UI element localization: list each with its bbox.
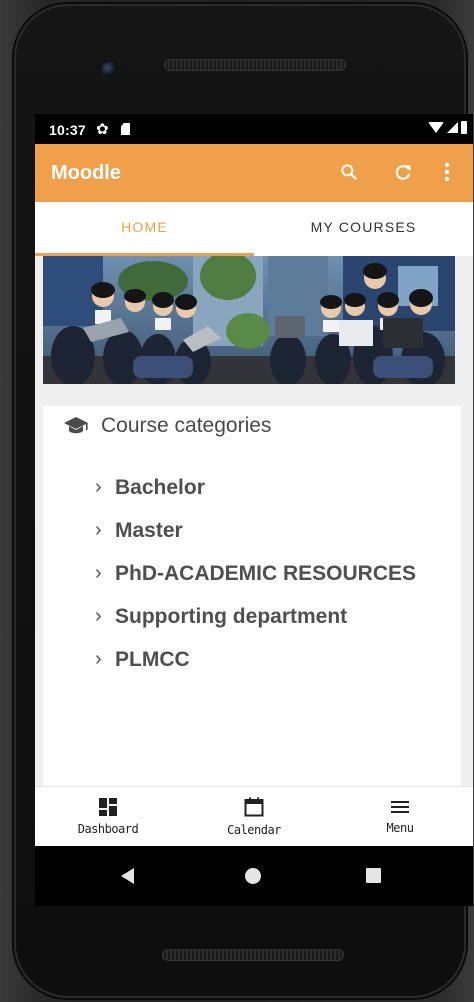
menu-icon bbox=[391, 801, 409, 813]
app-bar: Moodle bbox=[35, 144, 473, 202]
category-label: Bachelor bbox=[115, 475, 205, 499]
banner-image bbox=[43, 256, 455, 384]
students-photo bbox=[43, 256, 455, 384]
nav-calendar-label: Calendar bbox=[227, 823, 281, 837]
earpiece-speaker bbox=[164, 59, 346, 71]
nav-menu-label: Menu bbox=[386, 821, 414, 835]
sd-card-status-icon bbox=[121, 123, 130, 135]
wifi-icon bbox=[428, 122, 444, 133]
chevron-right-icon: › bbox=[95, 562, 102, 584]
dashboard-icon bbox=[99, 798, 117, 816]
recents-icon[interactable] bbox=[366, 868, 381, 883]
bottom-speaker bbox=[162, 949, 344, 961]
category-label: Supporting department bbox=[115, 604, 348, 628]
phone-screen: 10:37 ✿ Moodle HOME MY COURSES Course ca… bbox=[35, 114, 473, 906]
app-title: Moodle bbox=[51, 162, 121, 184]
search-icon bbox=[341, 164, 357, 180]
system-navigation-bar bbox=[35, 846, 473, 906]
device-background: 10:37 ✿ Moodle HOME MY COURSES Course ca… bbox=[0, 0, 474, 1002]
battery-icon bbox=[461, 121, 467, 134]
more-vert-icon bbox=[444, 162, 450, 182]
status-bar: 10:37 ✿ bbox=[35, 114, 473, 144]
category-list: › Bachelor › Master › PhD-ACADEMIC RESOU… bbox=[95, 466, 416, 681]
more-options-button[interactable] bbox=[435, 160, 459, 184]
course-categories-heading: Course categories bbox=[63, 414, 271, 438]
bottom-navigation: Dashboard Calendar Menu bbox=[35, 786, 473, 847]
chevron-right-icon: › bbox=[95, 605, 102, 627]
back-icon[interactable] bbox=[121, 868, 134, 884]
category-item-phd[interactable]: › PhD-ACADEMIC RESOURCES bbox=[95, 552, 416, 595]
search-button[interactable] bbox=[337, 160, 361, 184]
nav-calendar[interactable]: Calendar bbox=[181, 787, 327, 847]
front-camera bbox=[102, 62, 116, 76]
nav-dashboard[interactable]: Dashboard bbox=[35, 787, 181, 847]
category-item-supporting-department[interactable]: › Supporting department bbox=[95, 595, 416, 638]
status-time: 10:37 bbox=[49, 122, 86, 138]
category-label: PLMCC bbox=[115, 647, 190, 671]
category-item-bachelor[interactable]: › Bachelor bbox=[95, 466, 416, 509]
category-label: Master bbox=[115, 518, 183, 542]
category-label: PhD-ACADEMIC RESOURCES bbox=[115, 561, 417, 585]
home-content: Course categories › Bachelor › Master › … bbox=[35, 256, 473, 796]
graduation-cap-icon bbox=[64, 417, 88, 434]
category-item-plmcc[interactable]: › PLMCC bbox=[95, 638, 416, 681]
tab-my-courses[interactable]: MY COURSES bbox=[254, 202, 473, 256]
category-item-master[interactable]: › Master bbox=[95, 509, 416, 552]
signal-icon bbox=[447, 122, 458, 133]
nav-dashboard-label: Dashboard bbox=[77, 822, 139, 836]
nav-menu[interactable]: Menu bbox=[327, 787, 473, 847]
course-categories-card: Course categories › Bachelor › Master › … bbox=[43, 406, 461, 796]
refresh-icon bbox=[395, 165, 411, 180]
settings-status-icon: ✿ bbox=[96, 121, 109, 138]
chevron-right-icon: › bbox=[95, 519, 102, 541]
course-categories-title: Course categories bbox=[101, 414, 272, 437]
chevron-right-icon: › bbox=[95, 476, 102, 498]
status-icons bbox=[428, 121, 467, 134]
chevron-right-icon: › bbox=[95, 648, 102, 670]
tab-bar: HOME MY COURSES bbox=[35, 202, 473, 256]
home-icon[interactable] bbox=[245, 868, 261, 884]
calendar-icon bbox=[244, 797, 264, 817]
tab-home[interactable]: HOME bbox=[35, 202, 254, 256]
refresh-button[interactable] bbox=[391, 160, 415, 184]
